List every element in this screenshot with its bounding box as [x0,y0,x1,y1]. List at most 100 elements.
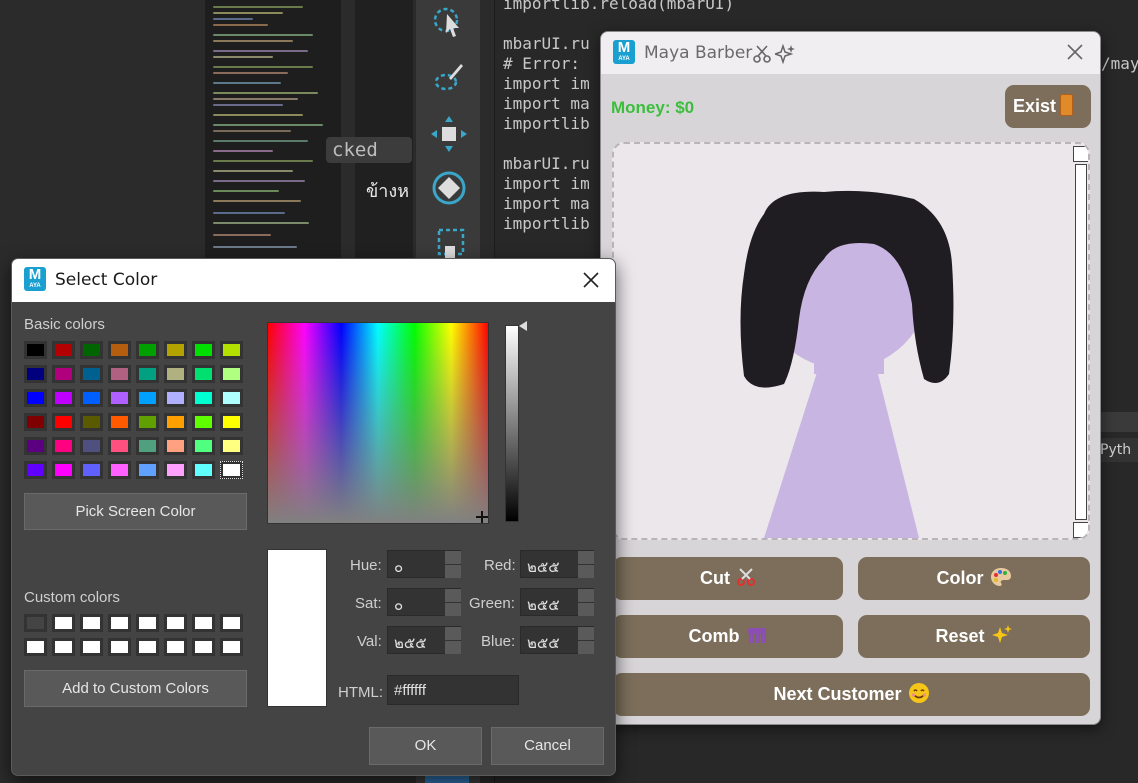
color-swatch[interactable] [220,638,243,656]
color-swatch[interactable] [24,614,47,632]
red-up-button[interactable] [578,551,594,564]
color-swatch[interactable] [192,461,215,479]
color-swatch[interactable] [52,614,75,632]
color-swatch[interactable] [52,461,75,479]
add-to-custom-colors-button[interactable]: Add to Custom Colors [24,670,247,707]
color-swatch[interactable] [192,614,215,632]
color-swatch[interactable] [220,341,243,359]
color-swatch[interactable] [24,389,47,407]
color-swatch[interactable] [24,461,47,479]
sat-spinbox[interactable]: ๐ [387,588,461,616]
color-swatch[interactable] [220,389,243,407]
color-swatch[interactable] [52,341,75,359]
color-swatch[interactable] [220,614,243,632]
color-swatch[interactable] [136,365,159,383]
color-swatch[interactable] [52,413,75,431]
select-tool-icon[interactable] [429,2,469,42]
red-down-button[interactable] [578,565,594,578]
comb-button[interactable]: Comb [613,615,843,658]
color-swatch[interactable] [108,614,131,632]
color-swatch[interactable] [192,389,215,407]
color-swatch[interactable] [164,614,187,632]
color-swatch[interactable] [80,437,103,455]
color-swatch[interactable] [192,638,215,656]
cancel-button[interactable]: Cancel [491,727,604,765]
color-spectrum[interactable] [267,322,489,524]
pick-screen-color-button[interactable]: Pick Screen Color [24,493,247,530]
color-swatch[interactable] [108,413,131,431]
value-slider-pointer-icon[interactable] [519,321,527,331]
green-down-button[interactable] [578,603,594,616]
scroll-track[interactable] [1075,164,1087,520]
lasso-tool-icon[interactable] [429,56,469,96]
color-swatch[interactable] [220,437,243,455]
green-spinbox[interactable]: ๒๕๕ [520,588,594,616]
sat-up-button[interactable] [445,589,461,602]
sat-down-button[interactable] [445,603,461,616]
python-tab[interactable]: Pyth [1098,438,1138,462]
hue-down-button[interactable] [445,565,461,578]
color-swatch[interactable] [164,413,187,431]
color-swatch[interactable] [136,614,159,632]
color-swatch[interactable] [136,437,159,455]
color-swatch[interactable] [136,461,159,479]
color-swatch[interactable] [80,638,103,656]
color-swatch[interactable] [108,341,131,359]
color-swatch[interactable] [220,413,243,431]
color-swatch[interactable] [108,437,131,455]
color-swatch[interactable] [52,389,75,407]
green-up-button[interactable] [578,589,594,602]
move-tool-icon[interactable] [429,114,469,154]
ok-button[interactable]: OK [369,727,482,765]
close-icon[interactable] [1063,40,1087,64]
color-swatch[interactable] [80,341,103,359]
cut-button[interactable]: Cut [613,557,843,600]
color-swatch[interactable] [164,389,187,407]
hue-up-button[interactable] [445,551,461,564]
color-swatch[interactable] [80,389,103,407]
barber-titlebar[interactable]: M AYA Maya Barber [601,32,1100,74]
blue-up-button[interactable] [578,627,594,640]
color-swatch[interactable] [80,365,103,383]
color-swatch[interactable] [136,341,159,359]
color-button[interactable]: Color [858,557,1090,600]
color-swatch[interactable] [108,365,131,383]
color-swatch[interactable] [80,413,103,431]
val-up-button[interactable] [445,627,461,640]
color-swatch[interactable] [136,413,159,431]
close-icon[interactable] [579,268,603,292]
color-swatch[interactable] [108,461,131,479]
val-spinbox[interactable]: ๒๕๕ [387,626,461,654]
reset-button[interactable]: Reset [858,615,1090,658]
color-swatch[interactable] [164,461,187,479]
blue-spinbox[interactable]: ๒๕๕ [520,626,594,654]
color-swatch[interactable] [164,365,187,383]
color-swatch[interactable] [136,638,159,656]
canvas-scrollbar[interactable] [1073,146,1088,538]
value-slider[interactable] [505,325,519,522]
color-swatch[interactable] [80,461,103,479]
color-swatch[interactable] [192,413,215,431]
color-swatch[interactable] [52,365,75,383]
color-swatch[interactable] [80,614,103,632]
color-swatch[interactable] [52,437,75,455]
red-spinbox[interactable]: ๒๕๕ [520,550,594,578]
html-color-input[interactable]: #ffffff [387,675,519,705]
exist-button[interactable]: Exist [1005,85,1091,128]
color-swatch[interactable] [192,437,215,455]
color-swatch[interactable] [220,365,243,383]
color-swatch[interactable] [108,389,131,407]
val-down-button[interactable] [445,641,461,654]
color-swatch[interactable] [108,638,131,656]
color-swatch[interactable] [136,389,159,407]
color-swatch[interactable] [164,638,187,656]
rotate-tool-icon[interactable] [429,168,469,208]
scroll-down-button[interactable] [1073,522,1088,538]
scroll-up-button[interactable] [1073,146,1088,162]
color-swatch[interactable] [24,341,47,359]
color-swatch[interactable] [192,341,215,359]
blue-down-button[interactable] [578,641,594,654]
color-swatch[interactable] [164,341,187,359]
color-swatch[interactable] [52,638,75,656]
color-swatch[interactable] [24,437,47,455]
